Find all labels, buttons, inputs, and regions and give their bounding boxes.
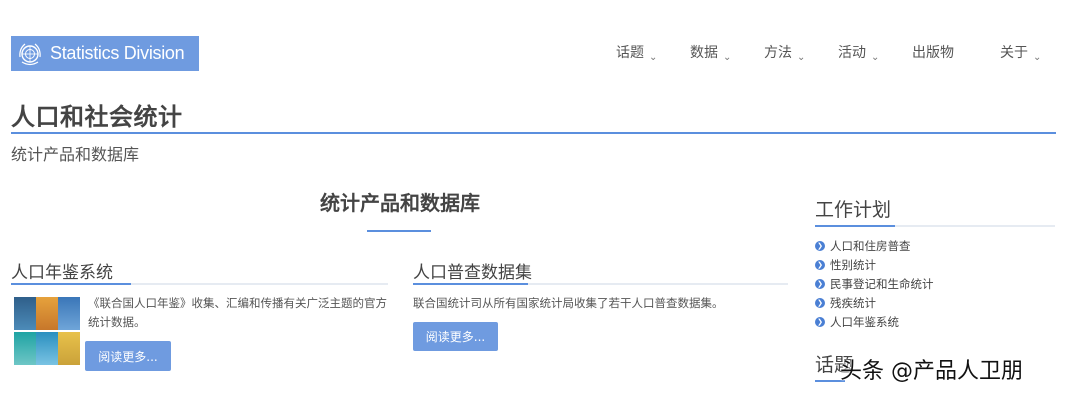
card-divider bbox=[413, 283, 788, 285]
nav-item-events[interactable]: 活动 ⌄ bbox=[838, 42, 880, 63]
chevron-right-circle-icon: ❯ bbox=[815, 298, 825, 309]
watermark: 头条 @产品人卫朋 bbox=[840, 359, 1023, 384]
nav-label: 关于 bbox=[1000, 45, 1028, 61]
nav-label: 出版物 bbox=[912, 45, 954, 61]
sidebar-item-label: 人口和住房普查 bbox=[830, 238, 911, 253]
sidebar-item-gender[interactable]: ❯ 性别统计 bbox=[815, 255, 934, 274]
sidebar-item-label: 性别统计 bbox=[830, 257, 876, 272]
nav-item-publications[interactable]: 出版物 bbox=[912, 42, 954, 62]
nav-label: 数据 bbox=[690, 45, 718, 61]
section-heading: 统计产品和数据库 bbox=[320, 191, 480, 215]
nav-label: 话题 bbox=[616, 45, 644, 61]
chevron-right-circle-icon: ❯ bbox=[815, 259, 825, 270]
page-title: 人口和社会统计 bbox=[11, 103, 183, 131]
chevron-down-icon: ⌄ bbox=[797, 52, 806, 63]
card-description-census: 联合国统计司从所有国家统计局收集了若干人口普查数据集。 bbox=[413, 296, 724, 310]
yearbook-covers-image bbox=[14, 297, 82, 367]
sidebar-item-label: 残疾统计 bbox=[830, 296, 876, 311]
nav-item-topics[interactable]: 话题 ⌄ bbox=[616, 42, 658, 63]
sidebar-item-label: 民事登记和生命统计 bbox=[830, 276, 934, 291]
sidebar-item-census[interactable]: ❯ 人口和住房普查 bbox=[815, 236, 934, 255]
sidebar-item-civil-registration[interactable]: ❯ 民事登记和生命统计 bbox=[815, 274, 934, 293]
sidebar-item-label: 人口年鉴系统 bbox=[830, 315, 899, 330]
card-divider bbox=[11, 283, 388, 285]
card-description-yearbook: 《联合国人口年鉴》收集、汇编和传播有关广泛主题的官方统计数据。 bbox=[88, 296, 387, 329]
nav-label: 活动 bbox=[838, 45, 866, 61]
chevron-down-icon: ⌄ bbox=[871, 52, 880, 63]
card-title-yearbook[interactable]: 人口年鉴系统 bbox=[11, 258, 113, 283]
read-more-button-census[interactable]: 阅读更多... bbox=[413, 322, 498, 351]
chevron-right-circle-icon: ❯ bbox=[815, 240, 825, 251]
chevron-down-icon: ⌄ bbox=[1033, 52, 1042, 63]
sidebar-item-yearbook[interactable]: ❯ 人口年鉴系统 bbox=[815, 313, 934, 332]
work-plan-list: ❯ 人口和住房普查 ❯ 性别统计 ❯ 民事登记和生命统计 ❯ 残疾统计 ❯ 人口年鉴系统 bbox=[815, 236, 934, 332]
chevron-down-icon: ⌄ bbox=[723, 52, 732, 63]
breadcrumb: 统计产品和数据库 bbox=[11, 145, 140, 164]
sidebar-divider bbox=[815, 225, 1055, 227]
read-more-button-yearbook[interactable]: 阅读更多... bbox=[85, 341, 171, 371]
nav-item-methods[interactable]: 方法 ⌄ bbox=[764, 42, 806, 63]
sidebar-title: 工作计划 bbox=[815, 199, 892, 221]
section-divider bbox=[367, 230, 431, 232]
main-nav: 话题 ⌄ 数据 ⌄ 方法 ⌄ 活动 ⌄ 出版物 关于 ⌄ bbox=[0, 42, 1080, 63]
nav-label: 方法 bbox=[764, 45, 792, 61]
sidebar-item-disability[interactable]: ❯ 残疾统计 bbox=[815, 294, 934, 313]
chevron-right-circle-icon: ❯ bbox=[815, 317, 825, 328]
nav-item-data[interactable]: 数据 ⌄ bbox=[690, 42, 732, 63]
chevron-down-icon: ⌄ bbox=[649, 52, 658, 63]
title-divider bbox=[11, 132, 1056, 134]
nav-item-about[interactable]: 关于 ⌄ bbox=[1000, 42, 1042, 63]
card-title-census[interactable]: 人口普查数据集 bbox=[413, 258, 532, 283]
chevron-right-circle-icon: ❯ bbox=[815, 278, 825, 289]
